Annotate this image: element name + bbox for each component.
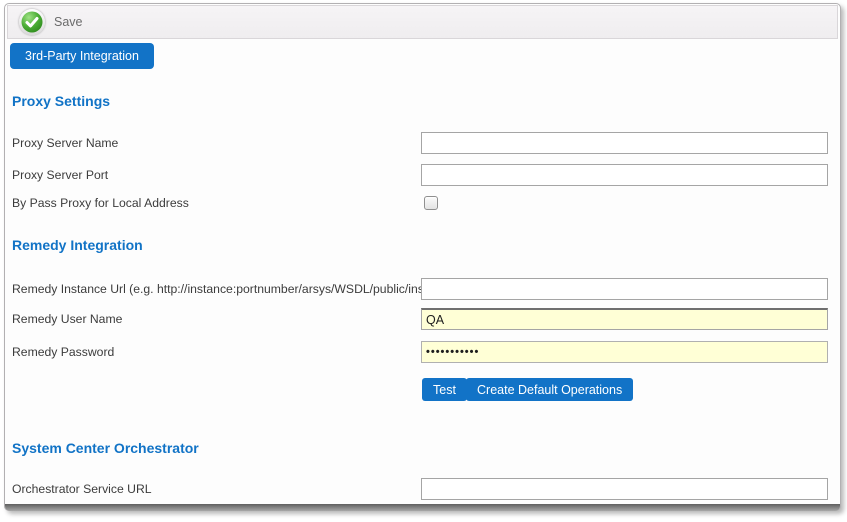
tab-strip: 3rd-Party Integration (10, 43, 154, 69)
settings-window: Save 3rd-Party Integration Proxy Setting… (4, 3, 841, 511)
save-button[interactable]: Save (19, 9, 83, 35)
save-label: Save (54, 15, 83, 29)
proxy-server-name-input[interactable] (421, 132, 828, 154)
section-title-remedy-integration: Remedy Integration (12, 237, 143, 253)
label-bypass-proxy: By Pass Proxy for Local Address (12, 192, 189, 214)
label-remedy-user-name: Remedy User Name (12, 308, 122, 330)
label-proxy-server-port: Proxy Server Port (12, 164, 108, 186)
proxy-server-port-input[interactable] (421, 164, 828, 186)
orchestrator-service-url-input[interactable] (421, 478, 828, 500)
toolbar: Save (7, 5, 838, 39)
remedy-password-input[interactable] (421, 341, 828, 363)
remedy-user-name-input[interactable] (421, 308, 828, 330)
remedy-instance-url-input[interactable] (421, 278, 828, 300)
label-orchestrator-service-url: Orchestrator Service URL (12, 478, 152, 500)
bypass-proxy-checkbox[interactable] (424, 196, 438, 210)
save-check-icon (19, 9, 45, 35)
label-remedy-instance-url: Remedy Instance Url (e.g. http://instanc… (12, 278, 458, 300)
label-remedy-password: Remedy Password (12, 341, 114, 363)
section-title-system-center-orchestrator: System Center Orchestrator (12, 440, 199, 456)
window-bottom-edge (5, 504, 840, 511)
section-title-proxy-settings: Proxy Settings (12, 93, 110, 109)
tab-3rd-party-integration[interactable]: 3rd-Party Integration (10, 43, 154, 69)
test-button[interactable]: Test (422, 378, 467, 401)
create-default-operations-button[interactable]: Create Default Operations (466, 378, 633, 401)
label-proxy-server-name: Proxy Server Name (12, 132, 118, 154)
